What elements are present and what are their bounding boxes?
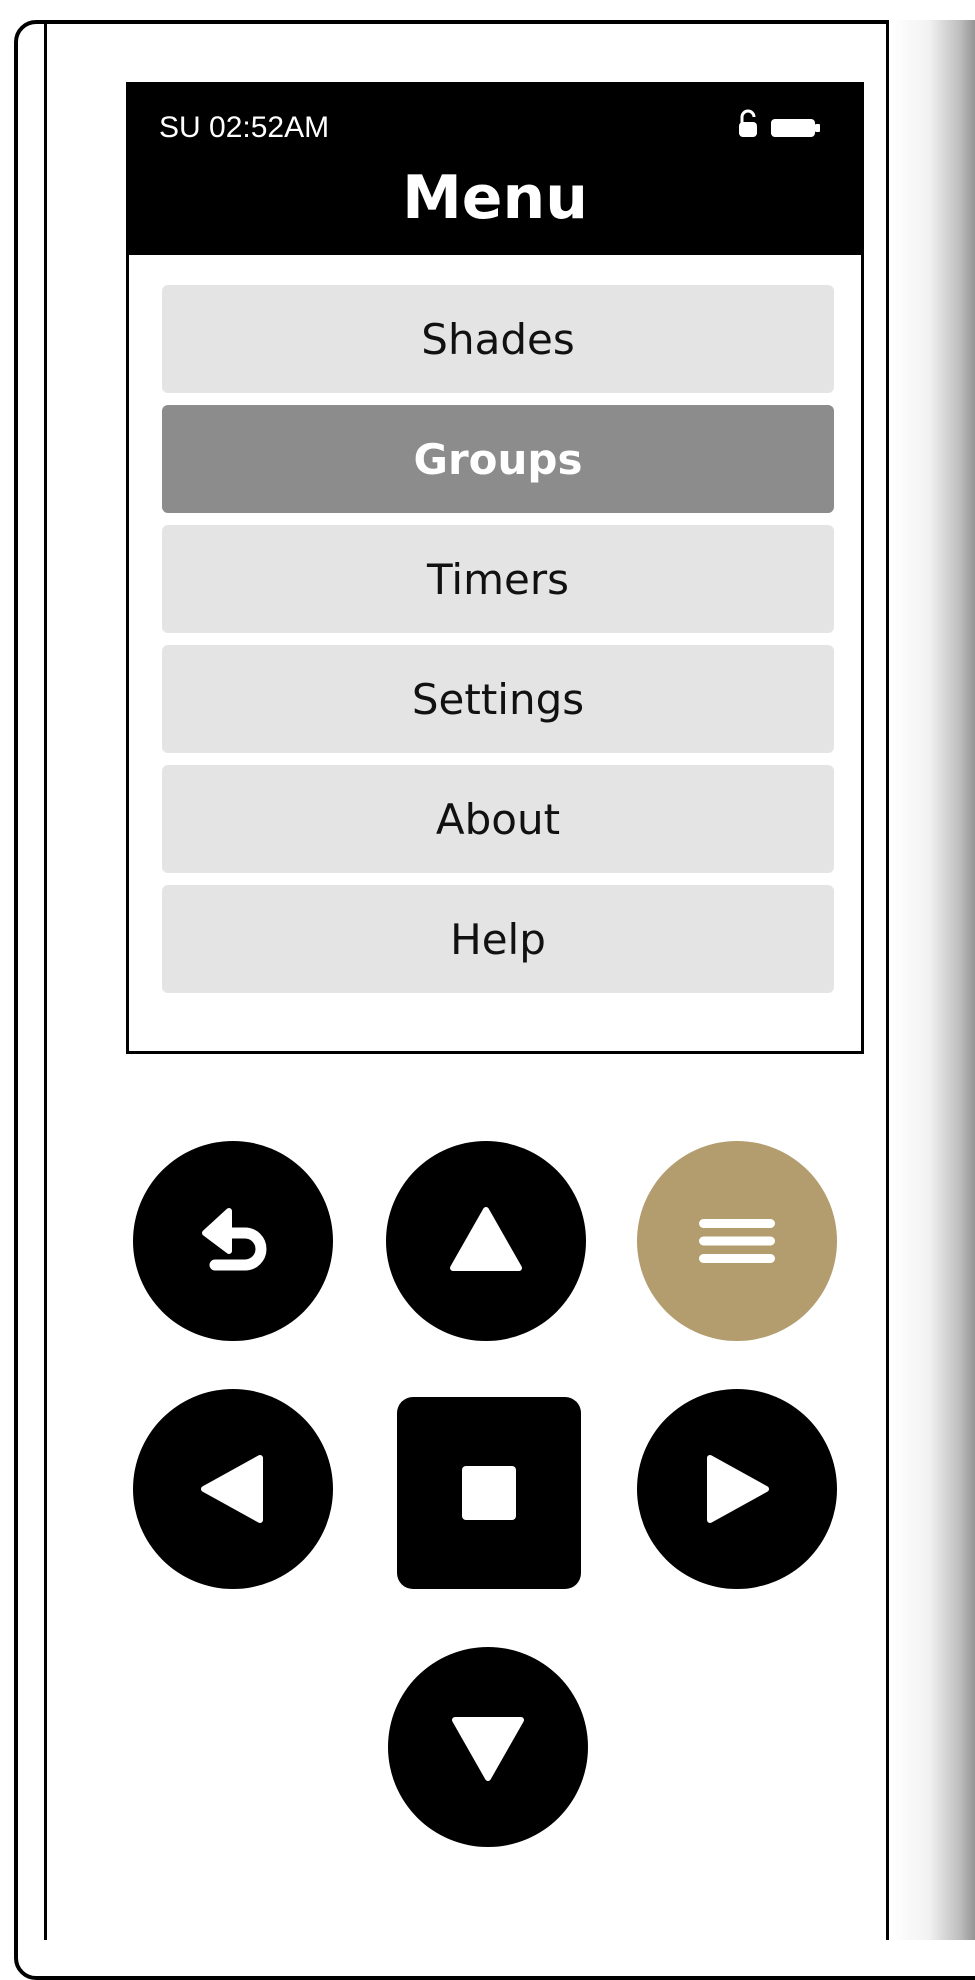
hamburger-menu-icon: [697, 1201, 777, 1281]
menu-item-help[interactable]: Help: [162, 885, 834, 993]
right-button[interactable]: [637, 1389, 837, 1589]
return-arrow-icon: [185, 1193, 281, 1289]
remote-screen: SU 02:52AM Menu Shades Groups Timers Set…: [126, 82, 864, 1054]
up-button[interactable]: [386, 1141, 586, 1341]
stop-button[interactable]: [397, 1397, 581, 1589]
device-edge-left: [44, 20, 47, 1940]
unlocked-padlock-icon: [737, 109, 759, 139]
menu-button[interactable]: [637, 1141, 837, 1341]
menu-item-shades[interactable]: Shades: [162, 285, 834, 393]
battery-full-icon: [771, 117, 821, 139]
menu-item-groups[interactable]: Groups: [162, 405, 834, 513]
status-bar: SU 02:52AM Menu: [129, 85, 861, 255]
back-button[interactable]: [133, 1141, 333, 1341]
page-title: Menu: [402, 163, 588, 233]
status-time: SU 02:52AM: [159, 111, 330, 144]
menu-item-timers[interactable]: Timers: [162, 525, 834, 633]
left-button[interactable]: [133, 1389, 333, 1589]
triangle-down-icon: [443, 1702, 533, 1792]
triangle-up-icon: [441, 1196, 531, 1286]
device-edge-right: [886, 20, 975, 1940]
menu-item-settings[interactable]: Settings: [162, 645, 834, 753]
stop-square-icon: [459, 1463, 519, 1523]
down-button[interactable]: [388, 1647, 588, 1847]
triangle-left-icon: [188, 1444, 278, 1534]
menu-item-about[interactable]: About: [162, 765, 834, 873]
triangle-right-icon: [692, 1444, 782, 1534]
menu-list: Shades Groups Timers Settings About Help: [162, 285, 834, 1005]
